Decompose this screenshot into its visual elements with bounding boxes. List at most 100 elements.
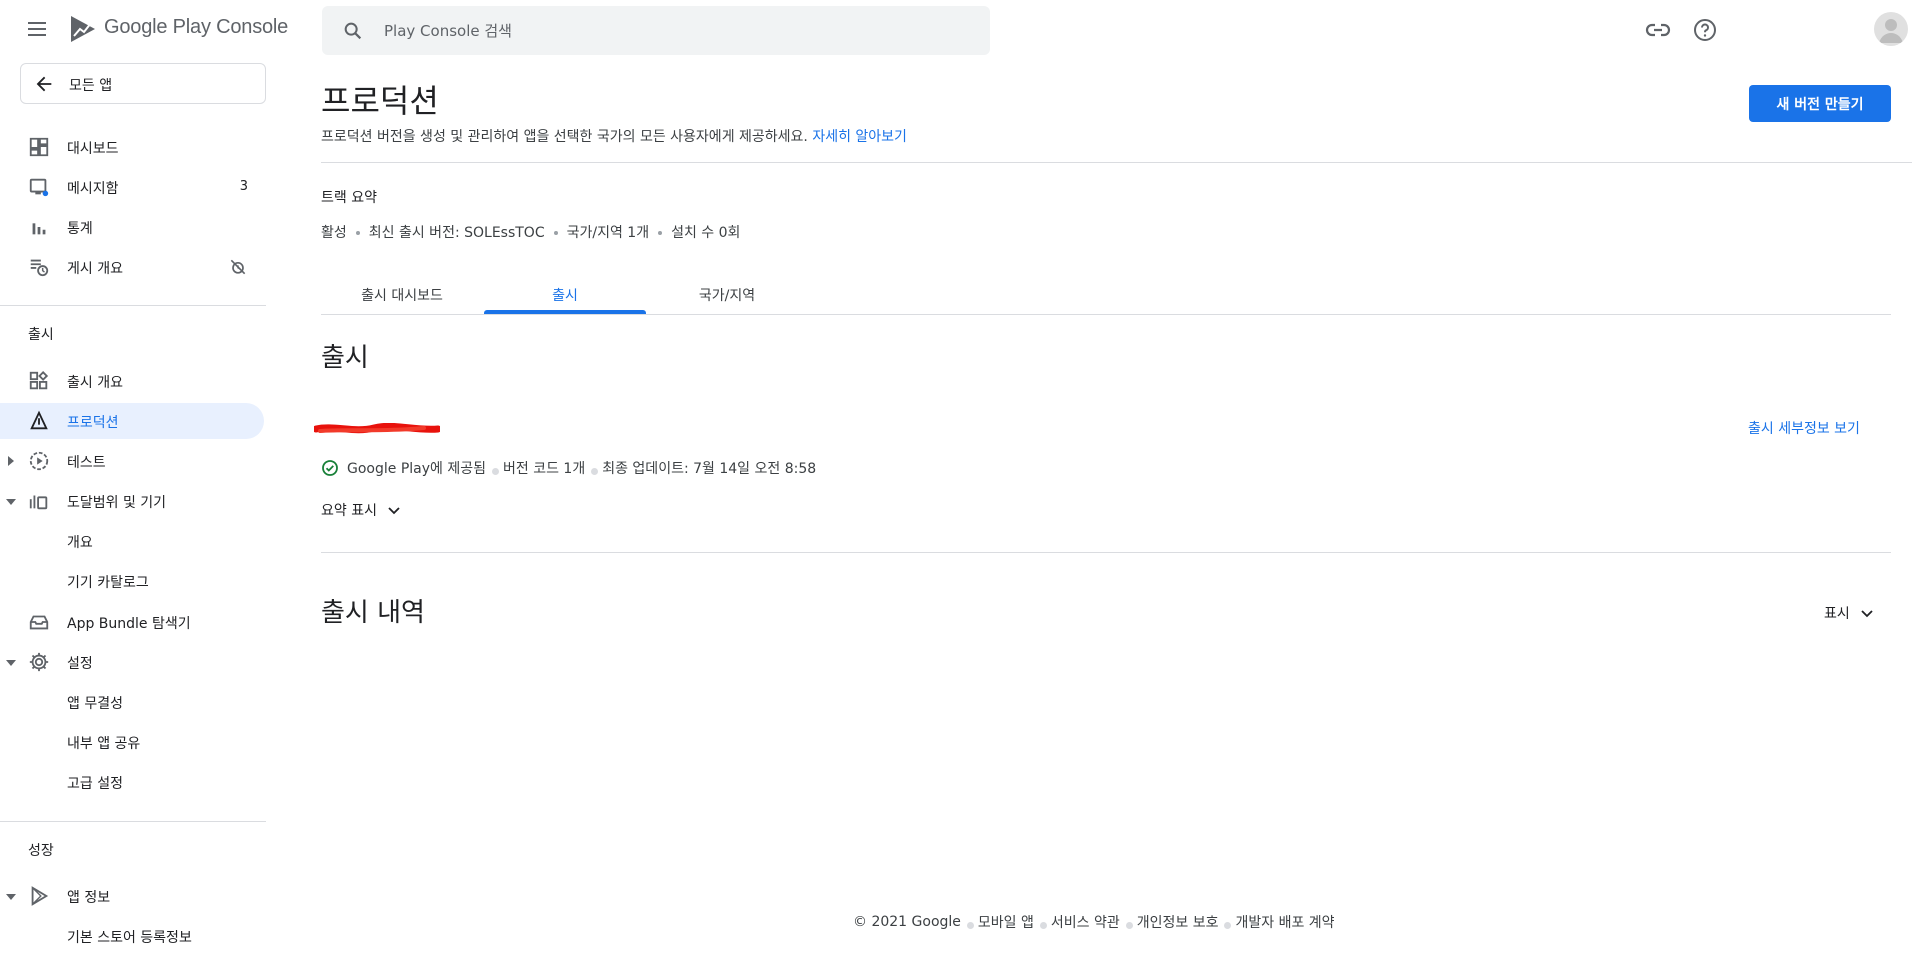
track-summary-meta: 활성 최신 출시 버전: SOLEssTOC 국가/지역 1개 설치 수 0회 (321, 222, 740, 242)
sidebar-item-label: 기기 카탈로그 (67, 575, 149, 591)
sidebar-item-label: 내부 앱 공유 (67, 736, 141, 752)
collapse-caret-icon[interactable] (6, 499, 16, 505)
managed-publishing-off-icon (230, 259, 246, 275)
sidebar-item-label: 개요 (67, 535, 93, 551)
show-summary-toggle[interactable]: 요약 표시 (321, 500, 403, 520)
sidebar-item-app-bundle-explorer[interactable]: App Bundle 탐색기 (0, 604, 264, 640)
sidebar-item-label: 테스트 (67, 455, 106, 471)
chevron-down-icon (1861, 610, 1873, 618)
publishing-overview-icon (30, 259, 49, 277)
sidebar-item-label: 설정 (67, 656, 93, 672)
release-history-heading: 출시 내역 (321, 598, 425, 628)
sidebar-item-main-store-listing[interactable]: 기본 스토어 등록정보 (0, 918, 264, 954)
sidebar-item-internal-app-sharing[interactable]: 내부 앱 공유 (0, 724, 264, 760)
last-updated: 최종 업데이트: 7월 14일 오전 8:58 (602, 461, 817, 477)
sidebar-item-testing[interactable]: 테스트 (0, 443, 264, 479)
search-icon (344, 22, 362, 40)
release-overview-icon (29, 370, 49, 390)
sidebar-item-label: App Bundle 탐색기 (67, 616, 191, 632)
sidebar-item-reach-devices[interactable]: 도달범위 및 기기 (0, 483, 264, 519)
collapse-caret-icon[interactable] (6, 660, 16, 666)
show-summary-label: 요약 표시 (321, 503, 377, 519)
expand-caret-icon[interactable] (8, 456, 14, 466)
releases-heading: 출시 (321, 343, 369, 373)
sidebar-item-label: 앱 정보 (67, 890, 111, 906)
sidebar-item-publishing-overview[interactable]: 게시 개요 (0, 249, 264, 285)
play-console-logo-icon (71, 16, 95, 42)
sidebar-item-label: 도달범위 및 기기 (67, 495, 167, 511)
help-icon[interactable] (1691, 16, 1719, 44)
dashboard-icon (29, 137, 49, 157)
testing-icon (29, 451, 49, 471)
sidebar-item-inbox[interactable]: 메시지함 3 (0, 169, 264, 205)
view-release-details-link[interactable]: 출시 세부정보 보기 (1748, 418, 1860, 438)
all-apps-button[interactable]: 모든 앱 (20, 63, 266, 104)
sidebar-item-advanced-settings[interactable]: 고급 설정 (0, 764, 264, 800)
page-description: 프로덕션 버전을 생성 및 관리하여 앱을 선택한 국가의 모든 사용자에게 제… (321, 126, 907, 146)
separator-dot (966, 921, 974, 929)
sidebar-item-label: 출시 개요 (67, 375, 123, 391)
inbox-count-badge: 3 (239, 179, 248, 194)
sidebar-divider (0, 821, 266, 822)
sidebar-item-dashboard[interactable]: 대시보드 (0, 129, 264, 165)
check-circle-icon (322, 460, 338, 476)
separator-dot (1125, 921, 1133, 929)
footer-link-mobile-app[interactable]: 모바일 앱 (978, 912, 1034, 932)
search-bar[interactable] (322, 6, 990, 55)
sidebar-item-release-overview[interactable]: 출시 개요 (0, 363, 264, 399)
sidebar-item-app-info[interactable]: 앱 정보 (0, 878, 264, 914)
reach-devices-icon (29, 495, 48, 510)
country-count: 국가/지역 1개 (566, 225, 650, 241)
version-code-count: 버전 코드 1개 (503, 461, 586, 477)
app-logo-text: Google Play Console (104, 16, 289, 38)
search-input[interactable] (384, 18, 964, 44)
separator-dot (553, 231, 558, 235)
sidebar-divider (0, 305, 266, 306)
sidebar-item-device-catalog[interactable]: 기기 카탈로그 (0, 563, 264, 599)
footer-copyright: © 2021 Google (853, 914, 961, 930)
logo-row: Google Play Console (0, 0, 288, 58)
separator-dot (658, 231, 663, 235)
account-avatar[interactable] (1874, 12, 1908, 46)
sidebar-item-reach-overview[interactable]: 개요 (0, 523, 264, 559)
sidebar-item-statistics[interactable]: 통계 (0, 209, 264, 245)
bar-chart-icon (32, 223, 46, 235)
sidebar-item-setup[interactable]: 설정 (0, 644, 264, 680)
play-store-icon (31, 886, 49, 906)
tab-release-dashboard[interactable]: 출시 대시보드 (321, 285, 483, 321)
release-history-toggle[interactable]: 표시 (1824, 603, 1876, 623)
production-icon (30, 410, 48, 430)
sidebar-section-release: 출시 (28, 327, 54, 343)
sidebar: Google Play Console 모든 앱 대시보드 메시지함 3 통계 (0, 0, 288, 965)
footer: © 2021 Google 모바일 앱 서비스 약관 개인정보 보호 개발자 배… (853, 912, 1335, 932)
tabs-divider (321, 314, 1891, 315)
sidebar-item-app-integrity[interactable]: 앱 무결성 (0, 684, 264, 720)
link-icon[interactable] (1644, 16, 1672, 44)
track-status: 활성 (321, 225, 347, 241)
install-count: 설치 수 0회 (671, 225, 741, 241)
inbox-icon (29, 178, 49, 197)
collapse-caret-icon[interactable] (6, 894, 16, 900)
tab-countries[interactable]: 국가/지역 (646, 285, 808, 321)
sidebar-item-label: 앱 무결성 (67, 696, 123, 712)
latest-release: 최신 출시 버전: SOLEssTOC (368, 225, 545, 241)
separator-dot (1039, 921, 1047, 929)
tab-releases[interactable]: 출시 (484, 285, 646, 321)
menu-icon[interactable] (24, 17, 54, 41)
page-title: 프로덕션 (321, 82, 439, 120)
separator-dot (355, 231, 360, 235)
release-status: Google Play에 제공됨 (347, 461, 486, 477)
learn-more-link[interactable]: 자세히 알아보기 (812, 129, 907, 145)
account-icon (1879, 19, 1903, 43)
footer-link-privacy[interactable]: 개인정보 보호 (1137, 912, 1219, 932)
page-description-text: 프로덕션 버전을 생성 및 관리하여 앱을 선택한 국가의 모든 사용자에게 제… (321, 129, 808, 145)
create-new-release-button[interactable]: 새 버전 만들기 (1749, 85, 1891, 122)
footer-link-developer-agreement[interactable]: 개발자 배포 계약 (1235, 912, 1334, 932)
sidebar-item-label: 통계 (67, 221, 93, 237)
header-divider (321, 162, 1912, 163)
footer-link-terms[interactable]: 서비스 약관 (1051, 912, 1120, 932)
release-divider (321, 552, 1891, 553)
separator-dot (492, 467, 499, 475)
sidebar-item-production[interactable]: 프로덕션 (0, 403, 264, 439)
track-summary-heading: 트랙 요약 (321, 190, 377, 206)
